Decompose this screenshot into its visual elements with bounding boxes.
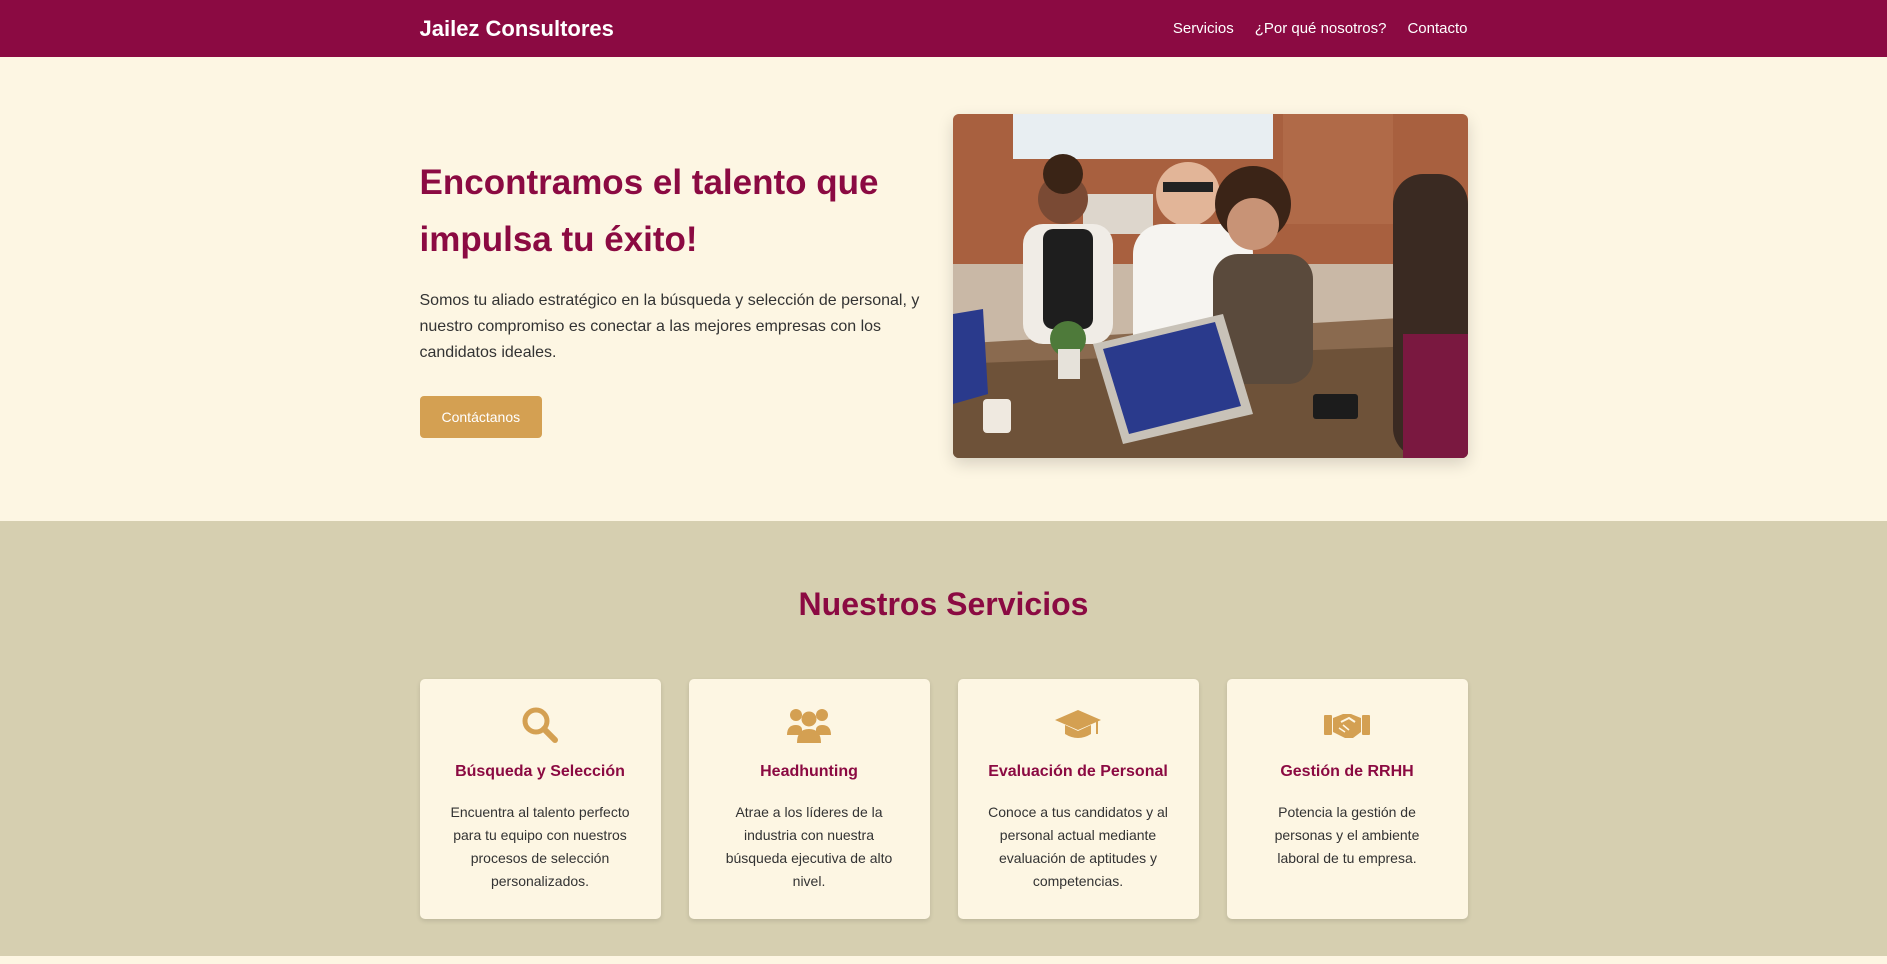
service-title: Gestión de RRHH <box>1280 763 1414 780</box>
service-description: Encuentra al talento perfecto para tu eq… <box>450 804 630 889</box>
users-icon <box>717 705 902 745</box>
nav-link-por-que-nosotros[interactable]: ¿Por qué nosotros? <box>1255 20 1387 37</box>
navbar: Jailez Consultores Servicios ¿Por qué no… <box>0 0 1887 57</box>
hero-subtitle: Somos tu aliado estratégico en la búsque… <box>419 292 920 361</box>
search-icon <box>448 705 633 745</box>
service-description: Atrae a los líderes de la industria con … <box>725 804 893 889</box>
service-title: Headhunting <box>760 763 858 780</box>
services-title: Nuestros Servicios <box>798 586 1089 622</box>
service-description: Conoce a tus candidatos y al personal ac… <box>988 804 1168 889</box>
footer-strip <box>0 956 1887 964</box>
nav-link-contacto[interactable]: Contacto <box>1407 20 1467 37</box>
hero-text: Encontramos el talento que impulsa tu éx… <box>419 114 920 458</box>
brand-logo[interactable]: Jailez Consultores <box>420 16 614 42</box>
handshake-icon <box>1255 705 1440 745</box>
service-card-busqueda: Búsqueda y Selección Encuentra al talent… <box>419 679 661 919</box>
service-description: Potencia la gestión de personas y el amb… <box>1274 804 1420 866</box>
graduation-cap-icon <box>986 705 1171 745</box>
hero-section: Encontramos el talento que impulsa tu éx… <box>0 57 1887 521</box>
services-section: Nuestros Servicios Búsqueda y Selección … <box>0 521 1887 956</box>
hero-title: Encontramos el talento que impulsa tu éx… <box>419 163 879 259</box>
service-card-evaluacion: Evaluación de Personal Conoce a tus cand… <box>957 679 1199 919</box>
nav-links: Servicios ¿Por qué nosotros? Contacto <box>1173 20 1468 37</box>
service-card-headhunting: Headhunting Atrae a los líderes de la in… <box>688 679 930 919</box>
hero-photo <box>952 114 1468 458</box>
service-title: Evaluación de Personal <box>988 763 1168 780</box>
nav-link-servicios[interactable]: Servicios <box>1173 20 1234 37</box>
service-card-gestion: Gestión de RRHH Potencia la gestión de p… <box>1226 679 1468 919</box>
service-title: Búsqueda y Selección <box>455 763 625 780</box>
contact-button[interactable]: Contáctanos <box>419 396 543 438</box>
